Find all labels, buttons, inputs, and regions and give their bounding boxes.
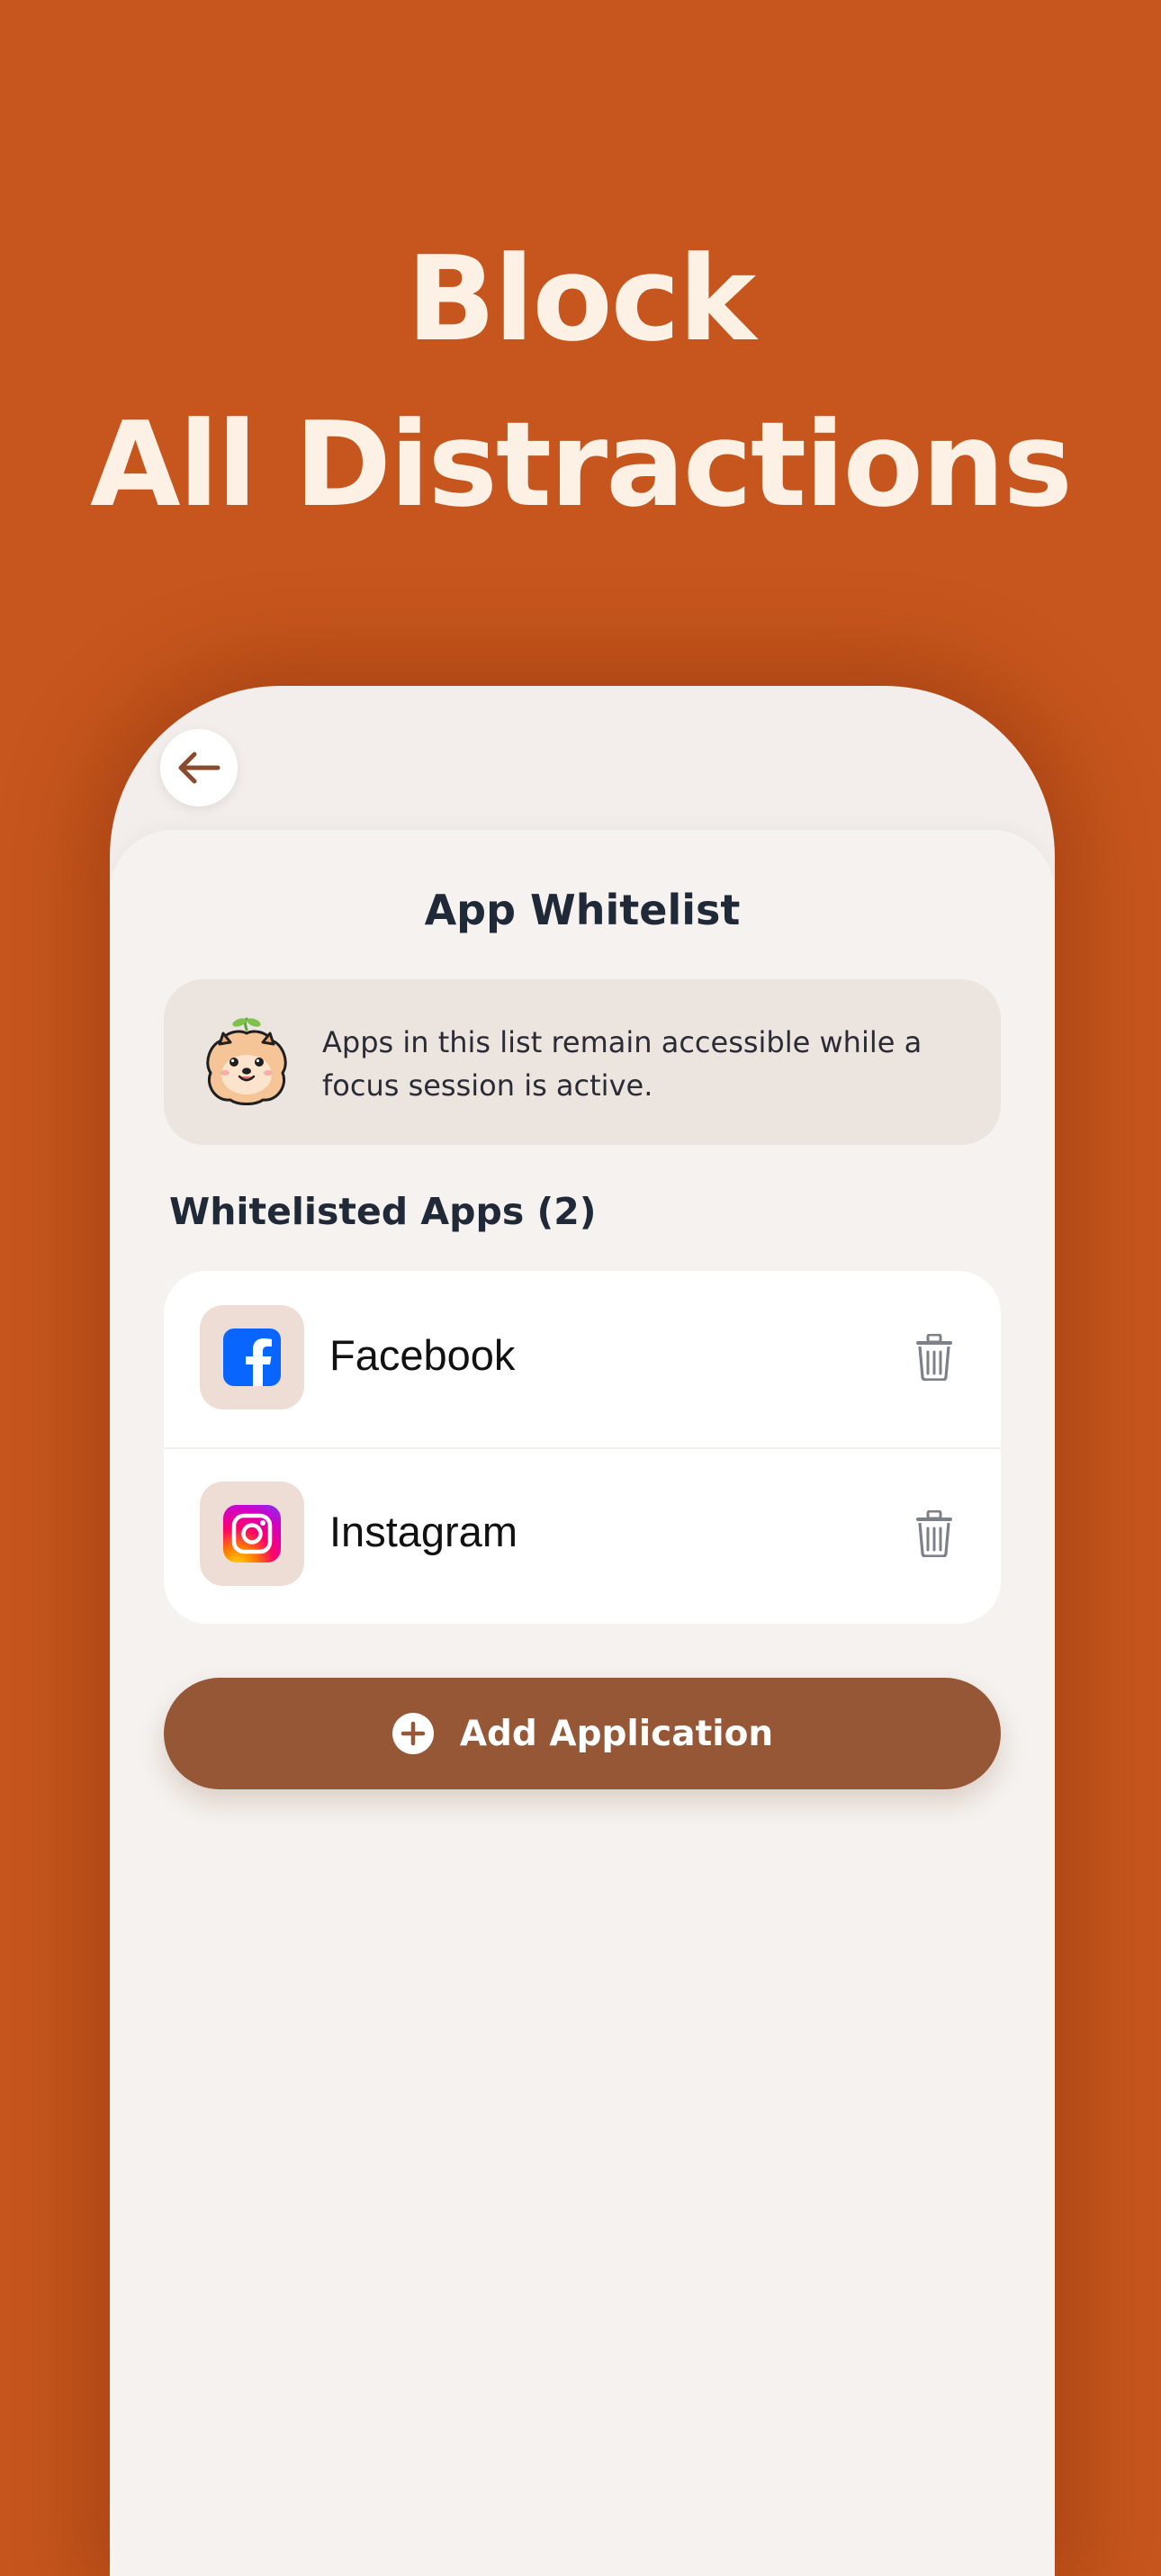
headline: Block All Distractions	[0, 216, 1161, 547]
headline-line-2: All Distractions	[90, 396, 1073, 533]
instagram-icon	[223, 1505, 281, 1563]
whitelisted-apps-list: Facebook Instagram	[164, 1271, 1001, 1624]
plus-circle-icon	[392, 1713, 434, 1754]
trash-icon[interactable]	[914, 1334, 954, 1381]
app-name: Facebook	[329, 1331, 516, 1379]
facebook-icon	[223, 1329, 281, 1386]
list-item-facebook: Facebook	[164, 1271, 1001, 1449]
back-button[interactable]	[160, 729, 238, 806]
info-text: Apps in this list remain accessible whil…	[322, 1025, 922, 1103]
info-card: Apps in this list remain accessible whil…	[164, 979, 1001, 1145]
headline-line-1: Block	[406, 230, 756, 367]
trash-icon[interactable]	[914, 1510, 954, 1557]
list-item-instagram: Instagram	[164, 1447, 1001, 1624]
pomeranian-mascot-icon	[206, 1017, 287, 1105]
phone-screen: App Whitelist Apps in this list remain a…	[110, 686, 1055, 2576]
app-icon-tile	[200, 1305, 304, 1410]
page-title: App Whitelist	[424, 886, 741, 934]
arrow-left-icon	[178, 752, 220, 784]
add-application-button[interactable]: Add Application	[164, 1678, 1001, 1789]
app-whitelist-sheet: App Whitelist Apps in this list remain a…	[110, 830, 1055, 2576]
add-application-label: Add Application	[459, 1713, 774, 1754]
app-name: Instagram	[329, 1508, 518, 1555]
app-icon-tile	[200, 1482, 304, 1586]
add-application-content: Add Application	[392, 1712, 773, 1755]
section-title: Whitelisted Apps (2)	[169, 1190, 597, 1233]
